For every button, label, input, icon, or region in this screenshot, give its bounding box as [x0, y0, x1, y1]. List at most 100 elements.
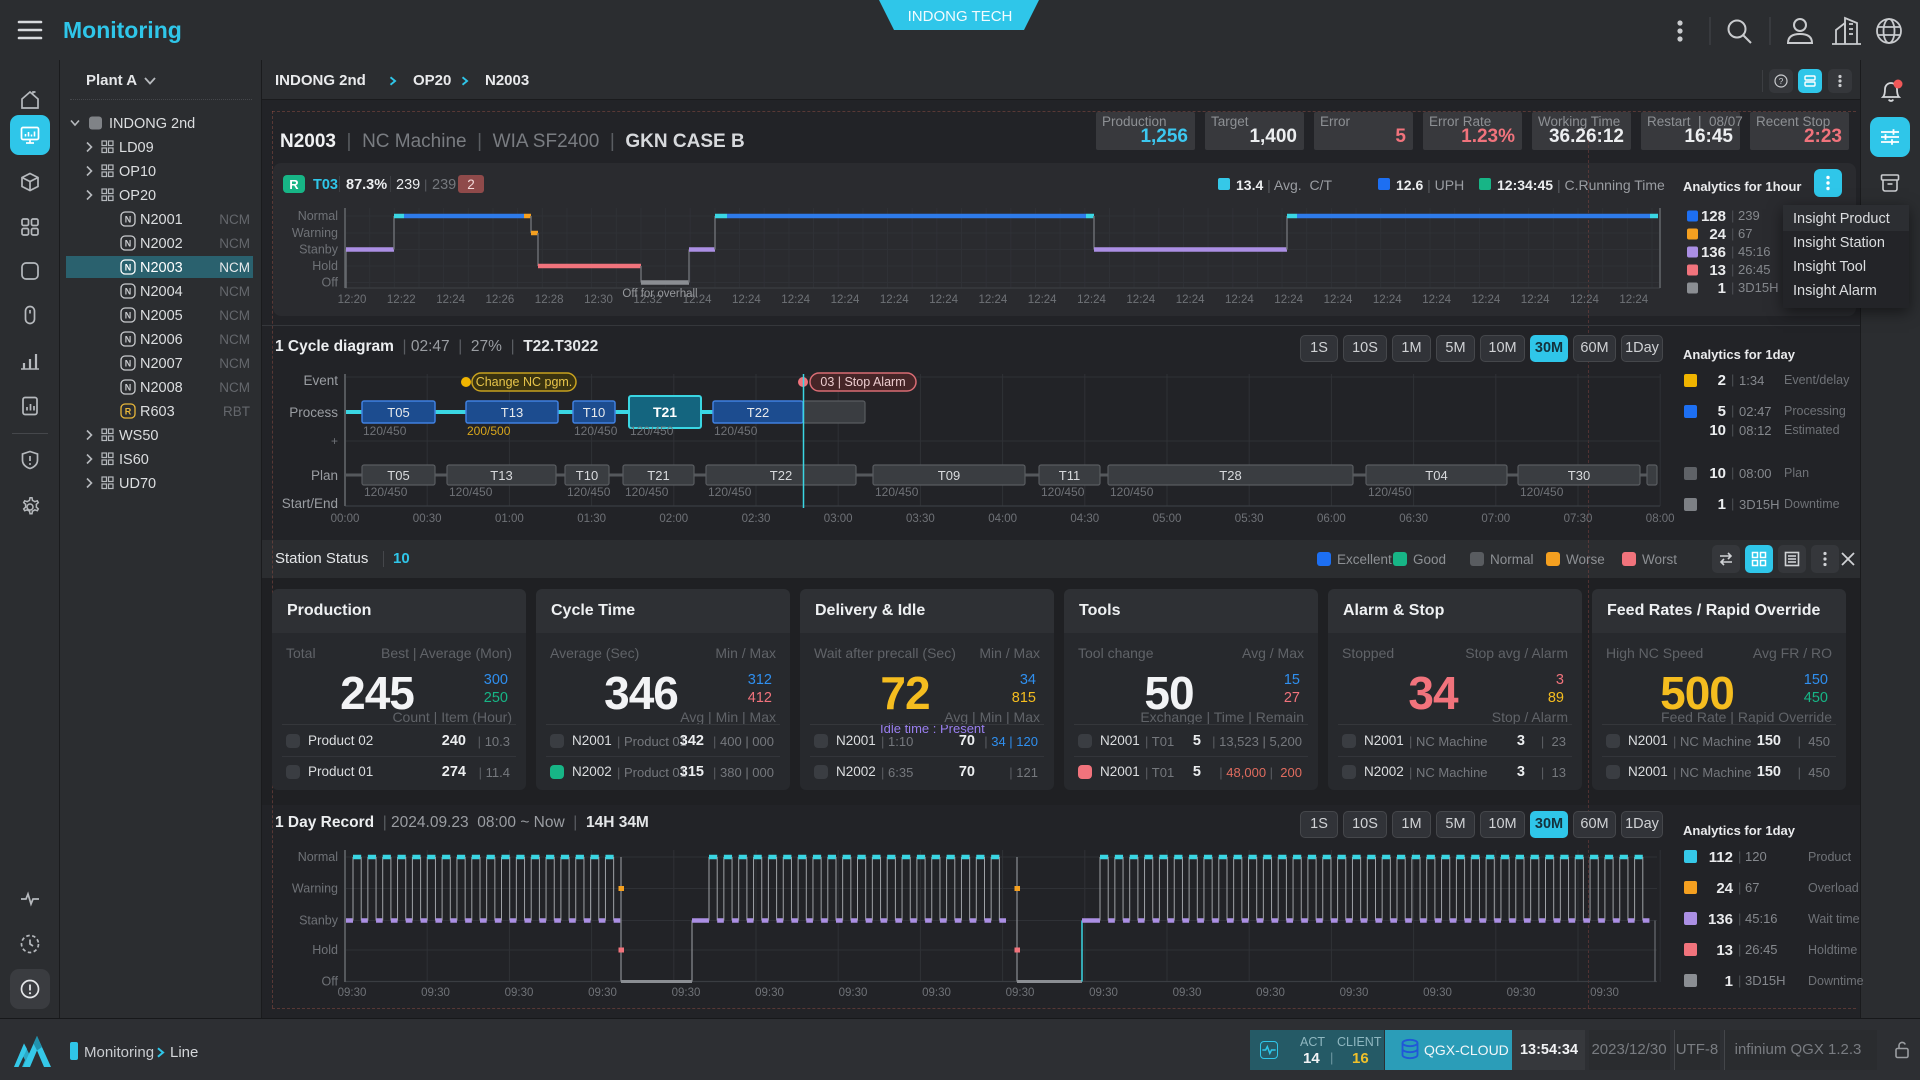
svg-text:Wait time: Wait time [1808, 912, 1860, 926]
svg-text:09:30: 09:30 [1507, 987, 1536, 999]
svg-text:T10: T10 [583, 405, 605, 420]
svg-text:Start/End: Start/End [282, 496, 338, 511]
svg-text:|: | [1738, 880, 1741, 895]
svg-text:120/450: 120/450 [708, 485, 752, 499]
svg-text:12:24: 12:24 [436, 294, 465, 306]
svg-text:12:24: 12:24 [1373, 294, 1402, 306]
svg-text:09:30: 09:30 [1590, 987, 1619, 999]
svg-text:09:30: 09:30 [1006, 987, 1035, 999]
svg-text:13: 13 [1709, 262, 1726, 279]
svg-text:45:16: 45:16 [1745, 911, 1778, 926]
svg-text:12:24: 12:24 [1077, 294, 1106, 306]
svg-text:01:30: 01:30 [577, 513, 606, 525]
svg-text:12:24: 12:24 [929, 294, 958, 306]
svg-text:06:00: 06:00 [1317, 513, 1346, 525]
svg-text:N: N [125, 311, 132, 321]
svg-text:|: | [1738, 911, 1741, 926]
svg-text:Product: Product [1808, 850, 1852, 864]
svg-text:T05: T05 [387, 468, 409, 483]
svg-text:128: 128 [1701, 208, 1726, 225]
svg-text:07:30: 07:30 [1564, 513, 1593, 525]
svg-text:N2005: N2005 [140, 308, 183, 324]
svg-text:45:16: 45:16 [1738, 244, 1771, 259]
svg-text:05:30: 05:30 [1235, 513, 1264, 525]
svg-text:12:24: 12:24 [880, 294, 909, 306]
svg-text:N2004: N2004 [140, 284, 183, 300]
svg-text:Stanby: Stanby [299, 243, 339, 257]
svg-text:12:20: 12:20 [338, 294, 367, 306]
svg-text:N: N [125, 335, 132, 345]
svg-text:N: N [125, 239, 132, 249]
svg-text:Stanby: Stanby [299, 914, 339, 928]
svg-text:IS60: IS60 [119, 452, 149, 468]
svg-text:09:30: 09:30 [922, 987, 951, 999]
svg-text:120/450: 120/450 [1520, 485, 1564, 499]
svg-text:NCM: NCM [219, 308, 250, 323]
svg-text:120/450: 120/450 [714, 424, 758, 438]
svg-text:Process: Process [289, 405, 338, 420]
svg-text:N2002: N2002 [140, 236, 183, 252]
svg-text:Hold: Hold [312, 259, 338, 273]
svg-text:N2007: N2007 [140, 356, 183, 372]
svg-text:12:24: 12:24 [1422, 294, 1451, 306]
svg-text:09:30: 09:30 [672, 987, 701, 999]
svg-text:|: | [1738, 942, 1741, 957]
svg-text:Warning: Warning [292, 882, 338, 896]
svg-text:12:24: 12:24 [1619, 294, 1648, 306]
svg-text:24: 24 [1709, 226, 1726, 243]
svg-text:12:24: 12:24 [1472, 294, 1501, 306]
svg-text:24: 24 [1716, 880, 1733, 897]
svg-text:|: | [1731, 244, 1734, 259]
svg-text:239: 239 [1738, 208, 1760, 223]
svg-text:NCM: NCM [219, 332, 250, 347]
svg-text:120/450: 120/450 [625, 485, 669, 499]
svg-text:09:30: 09:30 [421, 987, 450, 999]
svg-text:12:24: 12:24 [732, 294, 761, 306]
svg-text:09:30: 09:30 [338, 987, 367, 999]
svg-text:120/450: 120/450 [630, 424, 674, 438]
svg-text:NCM: NCM [219, 212, 250, 227]
svg-text:N: N [125, 215, 132, 225]
svg-text:NCM: NCM [219, 260, 250, 275]
svg-text:05:00: 05:00 [1153, 513, 1182, 525]
svg-text:09:30: 09:30 [839, 987, 868, 999]
svg-text:T13: T13 [490, 468, 512, 483]
svg-text:Hold: Hold [312, 943, 338, 957]
svg-text:12:24: 12:24 [1570, 294, 1599, 306]
svg-text:T13: T13 [501, 405, 523, 420]
svg-text:1: 1 [1718, 280, 1726, 297]
svg-text:12:30: 12:30 [584, 294, 613, 306]
svg-text:120/450: 120/450 [364, 485, 408, 499]
svg-text:N: N [125, 263, 132, 273]
svg-text:67: 67 [1738, 226, 1752, 241]
svg-text:12:26: 12:26 [486, 294, 515, 306]
svg-text:Normal: Normal [298, 209, 338, 223]
svg-text:02:00: 02:00 [659, 513, 688, 525]
svg-text:120/450: 120/450 [567, 485, 611, 499]
svg-text:R603: R603 [140, 404, 175, 420]
svg-text:03 | Stop Alarm: 03 | Stop Alarm [820, 375, 905, 389]
svg-text:200/500: 200/500 [467, 424, 511, 438]
svg-text:N: N [125, 287, 132, 297]
svg-text:NCM: NCM [219, 380, 250, 395]
svg-text:03:00: 03:00 [824, 513, 853, 525]
svg-text:N2001: N2001 [140, 212, 183, 228]
svg-text:N: N [125, 383, 132, 393]
svg-text:12:24: 12:24 [979, 294, 1008, 306]
svg-text:120/450: 120/450 [1041, 485, 1085, 499]
svg-text:Warning: Warning [292, 226, 338, 240]
svg-text:RBT: RBT [223, 404, 250, 419]
svg-text:|: | [1731, 280, 1734, 295]
svg-text:12:24: 12:24 [1225, 294, 1254, 306]
svg-text:Downtime: Downtime [1808, 974, 1864, 988]
svg-text:N2006: N2006 [140, 332, 183, 348]
svg-text:N2008: N2008 [140, 380, 183, 396]
svg-text:120/450: 120/450 [1368, 485, 1412, 499]
svg-text:T09: T09 [938, 468, 960, 483]
svg-text:T11: T11 [1059, 468, 1080, 483]
svg-text:120/450: 120/450 [875, 485, 919, 499]
svg-text:Off: Off [322, 975, 339, 989]
svg-text:T22: T22 [770, 468, 792, 483]
svg-text:OP10: OP10 [119, 164, 156, 180]
svg-text:T28: T28 [1219, 468, 1241, 483]
